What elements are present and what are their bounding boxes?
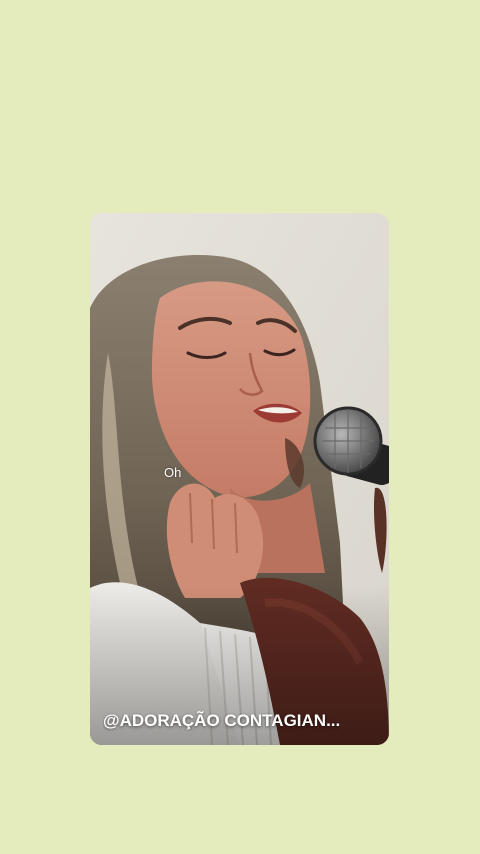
video-player[interactable]: Oh @ADORAÇÃO CONTAGIAN... <box>90 213 389 745</box>
video-frame-image <box>90 213 389 745</box>
channel-handle[interactable]: @ADORAÇÃO CONTAGIAN... <box>103 711 379 731</box>
subtitle-text: Oh <box>164 465 182 480</box>
